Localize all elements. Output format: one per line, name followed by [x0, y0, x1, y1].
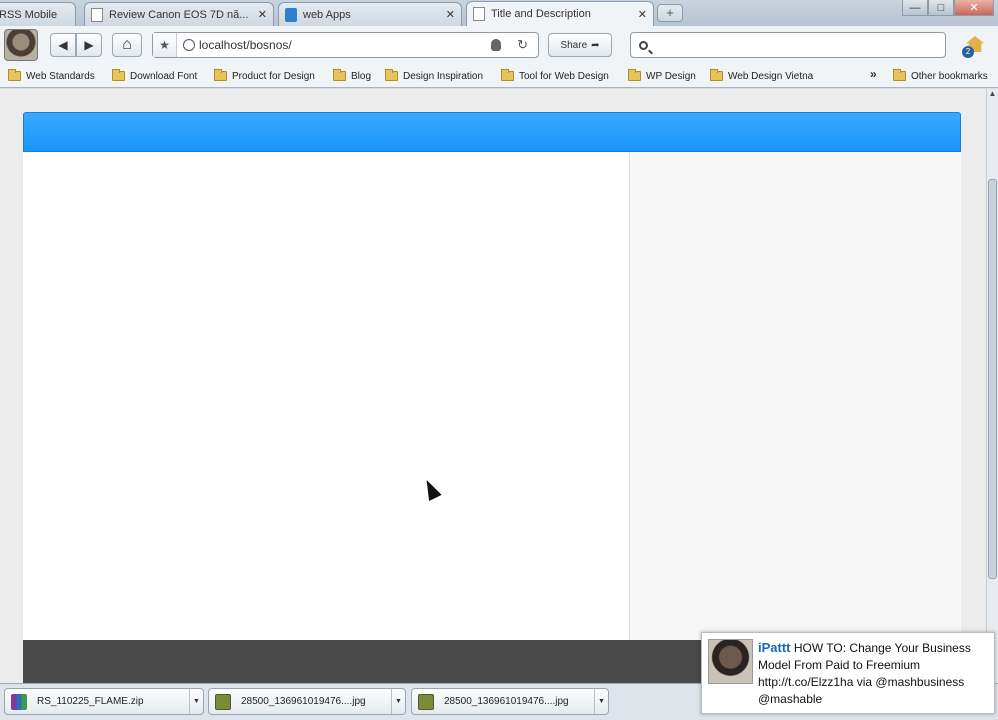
- bookmark-label: Design Inspiration: [403, 70, 484, 82]
- download-filename: 28500_136961019476....jpg: [444, 696, 569, 707]
- folder-icon: [710, 69, 723, 81]
- download-item[interactable]: RS_110225_FLAME.zip ▼: [4, 688, 204, 715]
- tab-label: RSS Mobile: [0, 8, 58, 21]
- bookmark-folder[interactable]: Download Font: [112, 68, 197, 84]
- folder-icon: [8, 69, 21, 81]
- download-filename: RS_110225_FLAME.zip: [37, 696, 144, 707]
- new-tab-button[interactable]: +: [657, 4, 683, 22]
- image-icon: [418, 693, 434, 710]
- bookmark-label: Download Font: [130, 70, 198, 82]
- extension-badge: 2: [962, 46, 974, 58]
- back-button[interactable]: ◀: [50, 33, 76, 57]
- bookmark-label: Blog: [351, 70, 372, 82]
- notification-user: iPattt: [758, 640, 791, 655]
- rar-icon: [11, 693, 27, 710]
- download-item[interactable]: 28500_136961019476....jpg ▼: [411, 688, 609, 715]
- folder-icon: [628, 69, 641, 81]
- close-window-button[interactable]: ✕: [954, 0, 994, 16]
- close-icon[interactable]: ✕: [446, 8, 455, 21]
- avatar: [708, 639, 753, 684]
- page-icon: [91, 7, 103, 22]
- vertical-scrollbar[interactable]: ▲: [986, 89, 998, 683]
- scroll-up-icon[interactable]: ▲: [987, 89, 998, 101]
- notification-source: @mashable: [758, 692, 823, 706]
- bookmark-folder[interactable]: Product for Design: [214, 68, 315, 84]
- chevron-down-icon[interactable]: ▼: [391, 689, 405, 714]
- avatar[interactable]: [4, 29, 38, 61]
- save-icon: [285, 7, 297, 22]
- tab-title-and-description[interactable]: Title and Description ✕: [466, 1, 654, 26]
- tab-label: web Apps: [303, 8, 351, 21]
- address-bar[interactable]: ★ localhost/bosnos/ ↻: [152, 32, 539, 58]
- chevron-down-icon[interactable]: ▼: [189, 689, 203, 714]
- globe-icon: [183, 39, 195, 51]
- navigation-toolbar: ◀ ▶ ⌂ ★ localhost/bosnos/ ↻ Share ➦ 2: [0, 26, 998, 64]
- page-viewport: [0, 89, 986, 683]
- share-label: Share: [560, 39, 588, 51]
- folder-icon: [112, 69, 125, 81]
- home-button[interactable]: ⌂: [112, 33, 142, 57]
- site-header: [23, 112, 961, 152]
- tab-rss-mobile[interactable]: RSS Mobile: [0, 2, 76, 26]
- folder-icon: [501, 69, 514, 81]
- extension-button[interactable]: 2: [962, 34, 988, 60]
- bookmark-label: Web Standards: [26, 70, 95, 82]
- bookmark-folder[interactable]: WP Design: [628, 68, 696, 84]
- tweet-notification[interactable]: iPattt HOW TO: Change Your Business Mode…: [701, 632, 995, 714]
- forward-button[interactable]: ▶: [76, 33, 102, 57]
- bookmark-label: Product for Design: [232, 70, 315, 82]
- close-icon[interactable]: ✕: [258, 8, 267, 21]
- bookmark-label: Other bookmarks: [911, 70, 988, 82]
- bookmark-label: Web Design Vietna: [728, 70, 814, 82]
- bookmark-folder[interactable]: Web Standards: [8, 68, 95, 84]
- share-arrow-icon: ➦: [591, 39, 600, 51]
- folder-icon: [893, 69, 906, 81]
- folder-icon: [333, 69, 346, 81]
- tab-label: Review Canon EOS 7D nă...: [109, 8, 249, 21]
- bookmark-star-icon[interactable]: ★: [153, 33, 177, 57]
- bookmark-folder[interactable]: Web Design Vietna: [710, 68, 813, 84]
- chevron-down-icon[interactable]: ▼: [594, 689, 608, 714]
- minimize-button[interactable]: —: [902, 0, 928, 16]
- bookmark-folder[interactable]: Blog: [333, 68, 371, 84]
- maximize-button[interactable]: □: [928, 0, 954, 16]
- bookmark-label: WP Design: [646, 70, 696, 82]
- scroll-thumb[interactable]: [988, 179, 997, 579]
- sidebar: [629, 152, 961, 640]
- search-icon: [639, 40, 648, 50]
- tab-strip: RSS Mobile Review Canon EOS 7D nă... ✕ w…: [0, 0, 998, 26]
- reload-icon[interactable]: ↻: [517, 37, 528, 53]
- image-icon: [215, 693, 231, 710]
- lightbulb-icon[interactable]: [491, 39, 502, 51]
- bookmark-label: Tool for Web Design: [519, 70, 609, 82]
- close-icon[interactable]: ✕: [638, 8, 647, 21]
- download-filename: 28500_136961019476....jpg: [241, 696, 366, 707]
- tab-review-canon[interactable]: Review Canon EOS 7D nă... ✕: [84, 2, 274, 26]
- bookmark-folder[interactable]: Tool for Web Design: [501, 68, 609, 84]
- search-input[interactable]: [630, 32, 946, 58]
- share-button[interactable]: Share ➦: [548, 33, 612, 57]
- main-content: [23, 152, 629, 640]
- bookmarks-bar: Web Standards Download Font Product for …: [0, 64, 998, 88]
- bookmarks-overflow-icon[interactable]: »: [870, 67, 877, 81]
- page-icon: [473, 7, 485, 21]
- bookmark-folder[interactable]: Design Inspiration: [385, 68, 483, 84]
- tab-web-apps[interactable]: web Apps ✕: [278, 2, 462, 26]
- folder-icon: [214, 69, 227, 81]
- folder-icon: [385, 69, 398, 81]
- tab-label: Title and Description: [491, 8, 591, 20]
- other-bookmarks[interactable]: Other bookmarks: [893, 68, 988, 84]
- url-text[interactable]: localhost/bosnos/: [199, 38, 491, 52]
- download-item[interactable]: 28500_136961019476....jpg ▼: [208, 688, 406, 715]
